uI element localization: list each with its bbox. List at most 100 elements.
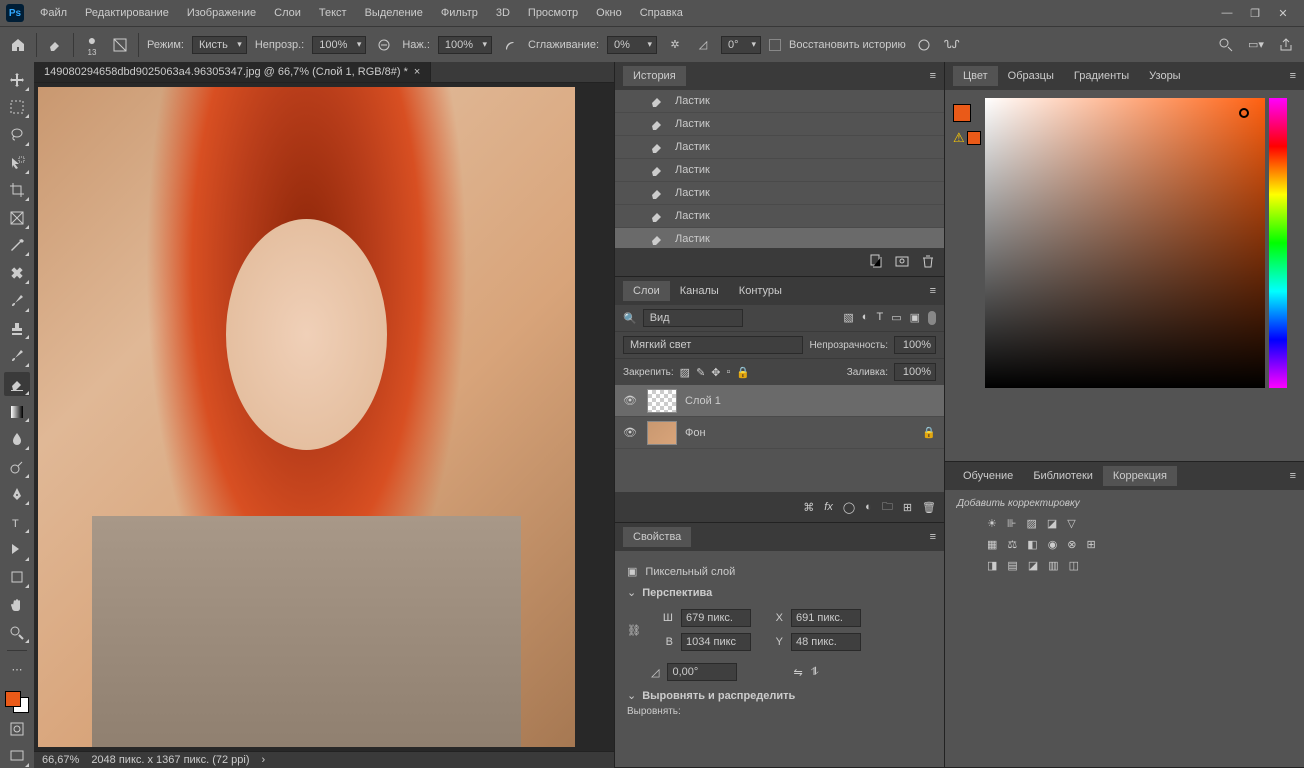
y-input[interactable]: 48 пикс. bbox=[791, 633, 861, 651]
gradient-map-icon[interactable]: ▥ bbox=[1048, 559, 1058, 572]
menu-window[interactable]: Окно bbox=[588, 3, 630, 23]
home-icon[interactable] bbox=[8, 35, 28, 55]
history-item[interactable]: Ластик bbox=[615, 228, 944, 248]
type-tool[interactable]: T bbox=[4, 510, 30, 534]
lock-artboard-icon[interactable]: ▫ bbox=[727, 366, 731, 378]
layer-filter-dropdown[interactable]: Вид bbox=[643, 309, 743, 327]
close-tab-icon[interactable]: × bbox=[414, 66, 420, 78]
layer-name[interactable]: Фон bbox=[685, 427, 706, 439]
selective-color-icon[interactable]: ◫ bbox=[1069, 559, 1079, 572]
swatches-tab[interactable]: Образцы bbox=[998, 66, 1064, 86]
quickmask-icon[interactable] bbox=[4, 717, 30, 741]
snapshot-icon[interactable] bbox=[894, 253, 910, 272]
properties-tab[interactable]: Свойства bbox=[623, 527, 691, 547]
opacity-pressure-icon[interactable] bbox=[374, 35, 394, 55]
layer-thumbnail[interactable] bbox=[647, 421, 677, 445]
layers-tab[interactable]: Слои bbox=[623, 281, 670, 301]
color-lookup-icon[interactable]: ⊞ bbox=[1087, 538, 1096, 551]
canvas-area[interactable] bbox=[34, 83, 614, 751]
link-icon[interactable]: ⌘ bbox=[803, 501, 814, 514]
blur-tool[interactable] bbox=[4, 427, 30, 451]
lasso-tool[interactable] bbox=[4, 123, 30, 147]
lock-position-icon[interactable]: ✥ bbox=[711, 366, 720, 379]
color-swatches[interactable] bbox=[5, 691, 29, 713]
curves-icon[interactable]: ▨ bbox=[1026, 517, 1036, 530]
layer-item[interactable]: 👁Фон🔒 bbox=[615, 417, 944, 449]
vibrance-icon[interactable]: ▽ bbox=[1067, 517, 1075, 530]
layer-item[interactable]: 👁Слой 1 bbox=[615, 385, 944, 417]
collapse-icon[interactable]: ⌄ bbox=[627, 689, 636, 702]
flip-h-icon[interactable]: ⇋ bbox=[793, 666, 802, 679]
brush-panel-icon[interactable] bbox=[110, 35, 130, 55]
adjustment-icon[interactable]: ◐ bbox=[865, 501, 872, 513]
zoom-tool[interactable] bbox=[4, 621, 30, 645]
smoothing-dropdown[interactable]: 0% bbox=[607, 36, 657, 54]
move-tool[interactable] bbox=[4, 68, 30, 92]
panel-menu-icon[interactable]: ≡ bbox=[1290, 70, 1296, 82]
balance-icon[interactable]: ⚖ bbox=[1007, 538, 1017, 551]
collapse-icon[interactable]: ⌄ bbox=[627, 586, 636, 599]
paths-tab[interactable]: Контуры bbox=[729, 281, 792, 301]
mode-dropdown[interactable]: Кисть bbox=[192, 36, 247, 54]
layer-thumbnail[interactable] bbox=[647, 389, 677, 413]
history-item[interactable]: Ластик bbox=[615, 182, 944, 205]
libraries-tab[interactable]: Библиотеки bbox=[1023, 466, 1103, 486]
restore-history-checkbox[interactable] bbox=[769, 39, 781, 51]
selection-tool[interactable] bbox=[4, 151, 30, 175]
history-item[interactable]: Ластик bbox=[615, 90, 944, 113]
menu-image[interactable]: Изображение bbox=[179, 3, 264, 23]
opacity-dropdown[interactable]: 100% bbox=[312, 36, 366, 54]
menu-filter[interactable]: Фильтр bbox=[433, 3, 486, 23]
lock-all-icon[interactable]: 🔒 bbox=[736, 366, 750, 379]
history-tab[interactable]: История bbox=[623, 66, 686, 86]
menu-edit[interactable]: Редактирование bbox=[77, 3, 177, 23]
zoom-value[interactable]: 66,67% bbox=[42, 754, 79, 766]
panel-menu-icon[interactable]: ≡ bbox=[1290, 470, 1296, 482]
menu-select[interactable]: Выделение bbox=[357, 3, 431, 23]
hue-icon[interactable]: ▦ bbox=[987, 538, 997, 551]
gradients-tab[interactable]: Градиенты bbox=[1064, 66, 1139, 86]
search-icon[interactable] bbox=[1216, 35, 1236, 55]
learn-tab[interactable]: Обучение bbox=[953, 466, 1023, 486]
blend-mode-dropdown[interactable]: Мягкий свет bbox=[623, 336, 803, 354]
symmetry-icon[interactable]: ᔐᔑ bbox=[942, 35, 962, 55]
tablet-pressure-icon[interactable] bbox=[914, 35, 934, 55]
invert-icon[interactable]: ◨ bbox=[987, 559, 997, 572]
filter-shape-icon[interactable]: ▭ bbox=[891, 311, 901, 325]
flip-v-icon[interactable]: ⥮ bbox=[811, 666, 819, 679]
panel-menu-icon[interactable]: ≡ bbox=[930, 531, 936, 543]
airbrush-icon[interactable] bbox=[500, 35, 520, 55]
marquee-tool[interactable] bbox=[4, 96, 30, 120]
channels-tab[interactable]: Каналы bbox=[670, 281, 729, 301]
filter-smart-icon[interactable]: ▣ bbox=[910, 311, 920, 325]
brush-preset-icon[interactable]: ●13 bbox=[82, 35, 102, 55]
filter-toggle[interactable] bbox=[928, 311, 936, 325]
eyedropper-tool[interactable] bbox=[4, 234, 30, 258]
path-tool[interactable] bbox=[4, 538, 30, 562]
filter-type-icon[interactable]: T bbox=[876, 311, 883, 325]
adjustments-tab[interactable]: Коррекция bbox=[1103, 466, 1177, 486]
menu-text[interactable]: Текст bbox=[311, 3, 355, 23]
color-field[interactable] bbox=[985, 98, 1265, 388]
width-input[interactable]: 679 пикс. bbox=[681, 609, 751, 627]
visibility-icon[interactable]: 👁 bbox=[623, 394, 639, 407]
filter-adjust-icon[interactable]: ◐ bbox=[862, 311, 869, 325]
share-icon[interactable] bbox=[1276, 35, 1296, 55]
gamut-warning-icon[interactable]: ⚠ bbox=[953, 130, 965, 146]
menu-layers[interactable]: Слои bbox=[266, 3, 309, 23]
menu-file[interactable]: Файл bbox=[32, 3, 75, 23]
background-swatch[interactable] bbox=[967, 131, 981, 145]
document-tab[interactable]: 149080294658dbd9025063a4.96305347.jpg @ … bbox=[34, 62, 431, 82]
brightness-icon[interactable]: ☀ bbox=[987, 517, 997, 530]
create-document-icon[interactable] bbox=[868, 253, 884, 272]
patterns-tab[interactable]: Узоры bbox=[1139, 66, 1190, 86]
visibility-icon[interactable]: 👁 bbox=[623, 426, 639, 439]
mask-icon[interactable]: ◯ bbox=[843, 501, 855, 514]
menu-3d[interactable]: 3D bbox=[488, 3, 518, 23]
channel-mixer-icon[interactable]: ⊗ bbox=[1067, 538, 1076, 551]
edit-toolbar-icon[interactable]: ⋯ bbox=[4, 657, 30, 681]
layer-fill-input[interactable]: 100% bbox=[894, 363, 936, 381]
brush-tool[interactable] bbox=[4, 289, 30, 313]
delete-icon[interactable] bbox=[920, 253, 936, 272]
smoothing-options-icon[interactable]: ✲ bbox=[665, 35, 685, 55]
